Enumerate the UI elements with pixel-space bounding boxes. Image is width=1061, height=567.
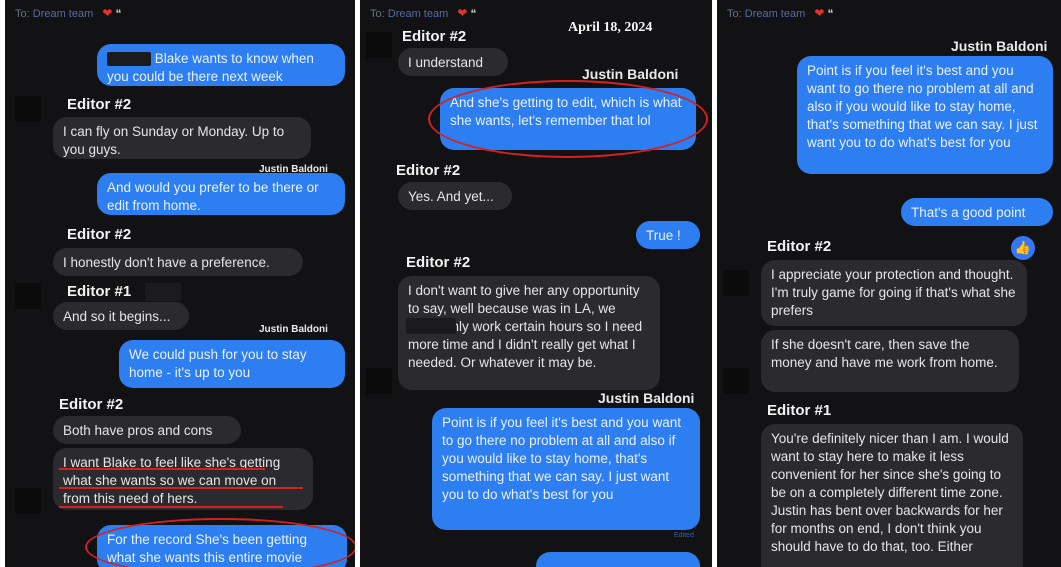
message-bubble[interactable]: I appreciate your protection and thought…	[761, 260, 1027, 326]
thumbs-up-icon[interactable]: 👍	[1011, 236, 1035, 260]
message-bubble[interactable]: Both have pros and cons	[53, 416, 241, 444]
group-icon: ❝	[115, 8, 122, 20]
message-text: We could push for you to stay home - it'…	[129, 347, 307, 380]
sender-name: Editor #1	[67, 283, 132, 300]
sender-name: Editor #1	[767, 402, 832, 419]
message-bubble[interactable]: Point is if you feel it's best and you w…	[432, 408, 700, 530]
message-bubble[interactable]: If she doesn't care, then save the money…	[761, 330, 1019, 392]
sender-name: Editor #2	[67, 96, 132, 113]
red-circle-annotation	[85, 518, 355, 567]
red-underline	[59, 506, 283, 508]
message-bubble[interactable]: I want Blake to feel like she's getting …	[53, 448, 313, 510]
sender-name: Editor #2	[767, 238, 832, 255]
message-text: And so it begins...	[63, 309, 171, 324]
to-label: To:	[15, 8, 30, 20]
sender-name: Justin Baldoni	[582, 66, 679, 82]
heart-icon: ❤	[457, 6, 468, 20]
redaction-box	[406, 318, 456, 334]
sender-name: Editor #2	[406, 254, 471, 271]
heart-icon: ❤	[814, 6, 825, 20]
avatar	[366, 368, 392, 394]
message-bubble[interactable]: I can fly on Sunday or Monday. Up to you…	[53, 117, 311, 159]
sender-name: Justin Baldoni	[598, 390, 695, 406]
sender-name: Justin Baldoni	[259, 324, 328, 335]
message-bubble-partial[interactable]	[536, 552, 700, 567]
sender-name: Editor #2	[67, 226, 132, 243]
message-text: Point is if you feel it's best and you w…	[807, 63, 1038, 150]
chat-panel-1: To: Dream team ❤ ❝ Blake wants to know wh…	[5, 0, 355, 567]
to-label: To:	[727, 8, 742, 20]
recipient-line[interactable]: To: Dream team ❤ ❝	[370, 6, 476, 20]
message-text: Point is if you feel it's best and you w…	[442, 415, 681, 502]
message-text: I appreciate your protection and thought…	[771, 267, 1016, 318]
recipient-name[interactable]: Dream team	[33, 8, 94, 20]
recipient-name[interactable]: Dream team	[745, 8, 806, 20]
message-text: Yes. And yet...	[408, 189, 494, 204]
sender-name: Justin Baldoni	[951, 38, 1048, 54]
message-text: That's a good point	[911, 205, 1026, 220]
message-bubble[interactable]: True !	[636, 221, 700, 249]
edited-status: Edited	[674, 532, 694, 539]
message-bubble[interactable]: Point is if you feel it's best and you w…	[797, 56, 1053, 174]
message-bubble[interactable]: Blake wants to know when you could be th…	[97, 44, 345, 86]
sender-name: Editor #2	[402, 28, 467, 45]
message-text: And would you prefer to be there or edit…	[107, 180, 319, 213]
message-text: If she doesn't care, then save the money…	[771, 337, 998, 370]
recipient-line[interactable]: To: Dream team ❤ ❝	[727, 6, 833, 20]
avatar	[723, 368, 749, 394]
recipient-name[interactable]: Dream team	[388, 8, 449, 20]
message-text: I understand	[408, 55, 484, 70]
message-bubble[interactable]: You're definitely nicer than I am. I wou…	[761, 424, 1023, 567]
to-label: To:	[370, 8, 385, 20]
red-underline	[59, 468, 265, 470]
chat-panel-2: To: Dream team ❤ ❝ April 18, 2024 Editor …	[360, 0, 712, 567]
redaction-box	[107, 52, 151, 67]
recipient-line[interactable]: To: Dream team ❤ ❝	[15, 6, 121, 20]
message-bubble[interactable]: And so it begins...	[53, 302, 189, 330]
message-text: True !	[646, 228, 681, 243]
group-icon: ❝	[470, 8, 477, 20]
message-text: I can fly on Sunday or Monday. Up to you…	[63, 124, 285, 157]
avatar	[15, 283, 41, 309]
avatar	[723, 270, 749, 296]
sender-name: Editor #2	[59, 396, 124, 413]
red-circle-annotation	[428, 80, 708, 158]
message-text: You're definitely nicer than I am. I wou…	[771, 431, 1009, 554]
message-bubble[interactable]: We could push for you to stay home - it'…	[119, 340, 345, 388]
message-text: I want Blake to feel like she's getting …	[63, 455, 281, 506]
message-bubble[interactable]: And would you prefer to be there or edit…	[97, 173, 345, 215]
message-text: I honestly don't have a preference.	[63, 255, 270, 270]
red-underline	[59, 487, 303, 489]
sender-name: Editor #2	[396, 162, 461, 179]
group-icon: ❝	[827, 8, 834, 20]
avatar	[366, 32, 392, 58]
message-text: Both have pros and cons	[63, 423, 213, 438]
date-overlay: April 18, 2024	[568, 20, 653, 35]
avatar	[15, 96, 41, 122]
message-bubble[interactable]: I honestly don't have a preference.	[53, 248, 303, 276]
message-bubble[interactable]: That's a good point	[901, 198, 1053, 226]
chat-panel-3: To: Dream team ❤ ❝ Justin Baldoni Point i…	[717, 0, 1061, 567]
message-bubble[interactable]: Yes. And yet...	[398, 182, 512, 210]
redaction-box	[145, 283, 181, 301]
avatar	[15, 488, 41, 514]
heart-icon: ❤	[102, 6, 113, 20]
message-bubble[interactable]: I understand	[398, 48, 508, 76]
